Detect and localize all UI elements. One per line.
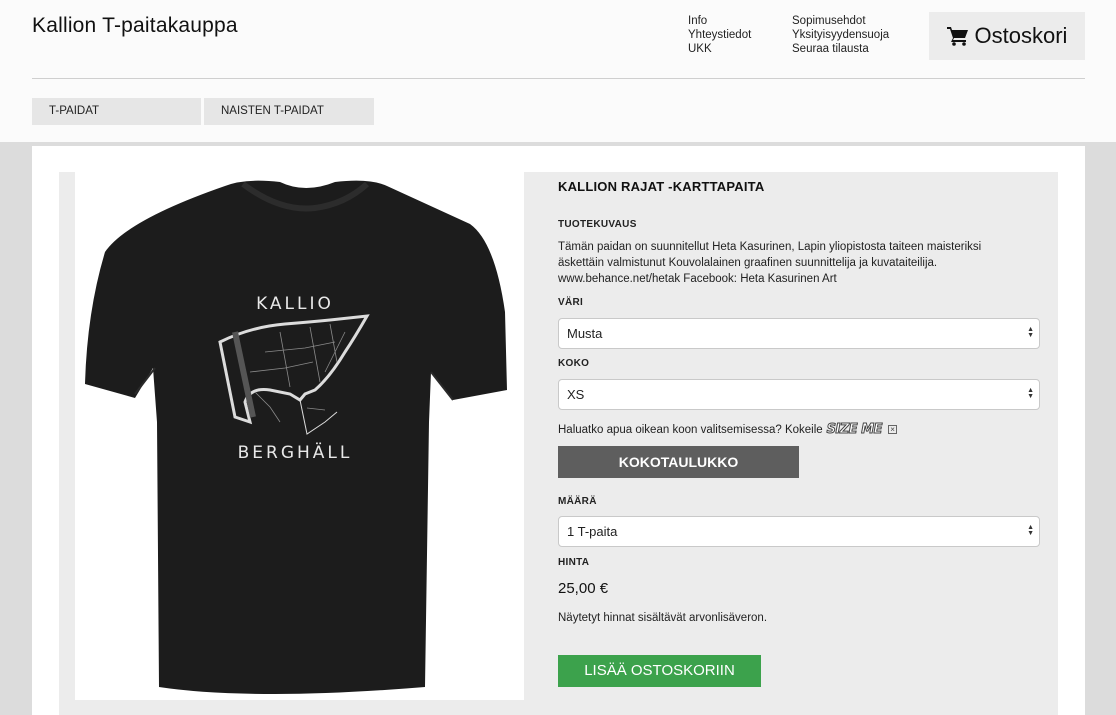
description-label: TUOTEKUVAUS xyxy=(558,219,637,230)
print-text-bottom: BERGHÄLL xyxy=(238,442,353,463)
link-track-order[interactable]: Seuraa tilausta xyxy=(792,42,889,56)
product-description: Tämän paidan on suunnitellut Heta Kasuri… xyxy=(558,241,982,285)
link-contact[interactable]: Yhteystiedot xyxy=(688,28,751,42)
quantity-label: MÄÄRÄ xyxy=(558,496,597,507)
cart-label: Ostoskori xyxy=(974,23,1068,48)
select-arrows-icon: ▲ ▼ xyxy=(1027,326,1034,339)
color-select-value: Musta xyxy=(567,326,603,341)
tshirt-image: KALLIO BERGHÄLL xyxy=(85,180,507,694)
header-divider xyxy=(32,78,1085,79)
link-privacy[interactable]: Yksityisyydensuoja xyxy=(792,28,889,42)
header-links-secondary: Sopimusehdot Yksityisyydensuoja Seuraa t… xyxy=(792,14,889,56)
print-text-top: KALLIO xyxy=(256,294,334,314)
site-header: Kallion T-paitakauppa Info Yhteystiedot … xyxy=(0,0,1116,142)
close-icon[interactable]: × xyxy=(888,425,898,434)
category-tab-womens-tshirts[interactable]: NAISTEN T-PAIDAT xyxy=(204,98,374,125)
color-select[interactable]: Musta ▲ ▼ xyxy=(558,318,1040,349)
header-links-primary: Info Yhteystiedot UKK xyxy=(688,14,751,56)
shopping-cart-icon xyxy=(946,27,968,46)
link-info[interactable]: Info xyxy=(688,14,751,28)
size-help: Haluatko apua oikean koon valitsemisessa… xyxy=(558,422,898,438)
size-help-text: Haluatko apua oikean koon valitsemisessa… xyxy=(558,423,823,436)
product-image: KALLIO BERGHÄLL xyxy=(75,172,524,700)
select-arrows-icon: ▲ ▼ xyxy=(1027,387,1034,400)
size-chart-button[interactable]: KOKOTAULUKKO xyxy=(558,446,799,478)
vat-note: Näytetyt hinnat sisältävät arvonlisävero… xyxy=(558,612,768,624)
size-select-value: XS xyxy=(567,387,585,402)
product-title: KALLION RAJAT -KARTTAPAITA xyxy=(558,179,765,194)
add-to-cart-button[interactable]: LISÄÄ OSTOSKORIIN xyxy=(558,655,761,687)
category-tab-tshirts[interactable]: T-PAIDAT xyxy=(32,98,201,125)
select-arrows-icon: ▲ ▼ xyxy=(1027,524,1034,537)
link-terms[interactable]: Sopimusehdot xyxy=(792,14,889,28)
quantity-select-value: 1 T-paita xyxy=(567,524,618,539)
link-faq[interactable]: UKK xyxy=(688,42,751,56)
size-select[interactable]: XS ▲ ▼ xyxy=(558,379,1040,410)
color-label: VÄRI xyxy=(558,297,584,308)
quantity-select[interactable]: 1 T-paita ▲ ▼ xyxy=(558,516,1040,547)
price-label: HINTA xyxy=(558,557,590,568)
size-label: KOKO xyxy=(558,358,590,369)
product-price: 25,00 € xyxy=(558,580,609,597)
cart-button[interactable]: Ostoskori xyxy=(929,12,1085,60)
sizeme-logo[interactable]: SIZE ME xyxy=(826,422,883,438)
site-title[interactable]: Kallion T-paitakauppa xyxy=(32,14,238,38)
